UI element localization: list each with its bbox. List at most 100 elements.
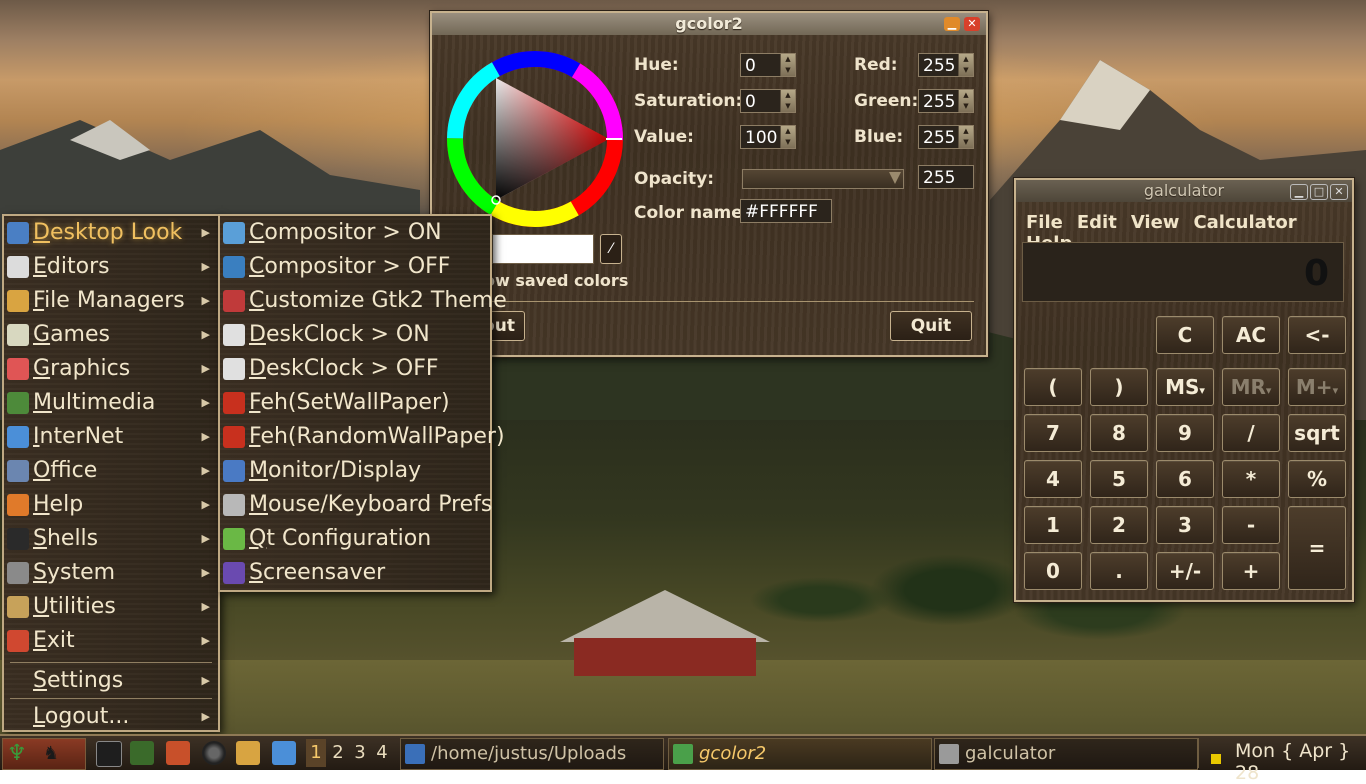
menu-item-help[interactable]: Help ▶ [4, 488, 214, 522]
multiply-button[interactable]: * [1222, 460, 1280, 498]
digit-8-button[interactable]: 8 [1090, 414, 1148, 452]
menu-item-internet[interactable]: InterNet ▶ [4, 420, 214, 454]
menu-file[interactable]: File [1026, 212, 1063, 233]
browser-icon[interactable] [202, 741, 226, 765]
submenu-item-customize-gtk2-theme[interactable]: Customize Gtk2 Theme [220, 284, 507, 318]
divide-button[interactable]: / [1222, 414, 1280, 452]
menu-item-utilities[interactable]: Utilities ▶ [4, 590, 214, 624]
quit-button[interactable]: Quit [890, 311, 972, 341]
digit-5-button[interactable]: 5 [1090, 460, 1148, 498]
digit-7-button[interactable]: 7 [1024, 414, 1082, 452]
media-player-icon[interactable] [130, 741, 154, 765]
subtract-button[interactable]: - [1222, 506, 1280, 544]
digit-3-button[interactable]: 3 [1156, 506, 1214, 544]
maximize-icon[interactable]: □ [1310, 184, 1328, 200]
office-icon [7, 460, 29, 482]
left-paren-button[interactable]: ( [1024, 368, 1082, 406]
all-clear-button[interactable]: AC [1222, 316, 1280, 354]
menu-item-logout[interactable]: Logout... ▶ [4, 700, 214, 734]
app-grid-icon[interactable] [166, 741, 190, 765]
task-home-justus-uploads[interactable]: /home/justus/Uploads [400, 738, 664, 770]
minimize-icon[interactable]: ▁ [944, 17, 960, 31]
memory-recall-button[interactable]: MR▾ [1222, 368, 1280, 406]
clock-off-icon [223, 358, 245, 380]
sqrt-button[interactable]: sqrt [1288, 414, 1346, 452]
add-button[interactable]: + [1222, 552, 1280, 590]
right-paren-button[interactable]: ) [1090, 368, 1148, 406]
minimize-icon[interactable]: ▁ [1290, 184, 1308, 200]
menu-item-multimedia[interactable]: Multimedia ▶ [4, 386, 214, 420]
hue-spinbox[interactable]: 0 ▲ ▼ [740, 53, 796, 77]
desktop-icon [7, 222, 29, 244]
saturation-spinbox[interactable]: 0 ▲ ▼ [740, 89, 796, 113]
folder-icon[interactable] [236, 741, 260, 765]
workspace-2[interactable]: 2 [328, 739, 348, 767]
submenu-item-feh-randomwallpaper[interactable]: Feh(RandomWallPaper) [220, 420, 505, 454]
saturation-label: Saturation: [634, 91, 743, 111]
submenu-item-compositor-on[interactable]: Compositor > ON [220, 216, 486, 250]
desktop-look-submenu: Compositor > ON Compositor > OFF Customize… [218, 214, 507, 592]
opacity-field[interactable]: 255 [918, 165, 974, 189]
opacity-slider[interactable] [742, 169, 904, 189]
network-icon[interactable] [272, 741, 296, 765]
eyedropper-button[interactable]: ⁄ [600, 234, 622, 264]
memory-add-button[interactable]: M+▾ [1288, 368, 1346, 406]
blue-spinbox[interactable]: 255 ▲ ▼ [918, 125, 974, 149]
menu-item-games[interactable]: Games ▶ [4, 318, 214, 352]
digit-2-button[interactable]: 2 [1090, 506, 1148, 544]
menu-item-system[interactable]: System ▶ [4, 556, 214, 590]
digit-0-button[interactable]: 0 [1024, 552, 1082, 590]
submenu-item-deskclock-on[interactable]: DeskClock > ON [220, 318, 486, 352]
color-wheel[interactable] [446, 50, 624, 228]
submenu-item-qt-configuration[interactable]: Qt Configuration [220, 522, 486, 556]
value-spinbox[interactable]: 100 ▲ ▼ [740, 125, 796, 149]
submenu-item-monitor-display[interactable]: Monitor/Display [220, 454, 486, 488]
red-spinbox[interactable]: 255 ▲ ▼ [918, 53, 974, 77]
submenu-item-compositor-off[interactable]: Compositor > OFF [220, 250, 486, 284]
menu-edit[interactable]: Edit [1077, 212, 1117, 233]
menu-item-shells[interactable]: Shells ▶ [4, 522, 214, 556]
task-galculator[interactable]: galculator [934, 738, 1198, 770]
chevron-right-icon: ▶ [201, 498, 210, 511]
workspace-4[interactable]: 4 [372, 739, 392, 767]
utilities-icon [7, 596, 29, 618]
menu-item-file-managers[interactable]: File Managers ▶ [4, 284, 214, 318]
task-gcolor2[interactable]: gcolor2 [668, 738, 932, 770]
submenu-item-feh-setwallpaper[interactable]: Feh(SetWallPaper) [220, 386, 486, 420]
submenu-item-deskclock-off[interactable]: DeskClock > OFF [220, 352, 486, 386]
color-name-field[interactable]: #FFFFFF [740, 199, 832, 223]
terminal-icon[interactable] [96, 741, 122, 767]
menu-item-office[interactable]: Office ▶ [4, 454, 214, 488]
green-spinbox[interactable]: 255 ▲ ▼ [918, 89, 974, 113]
close-icon[interactable]: ✕ [964, 17, 980, 31]
digit-4-button[interactable]: 4 [1024, 460, 1082, 498]
backspace-button[interactable]: <- [1288, 316, 1346, 354]
submenu-item-screensaver[interactable]: Screensaver [220, 556, 486, 590]
menu-item-graphics[interactable]: Graphics ▶ [4, 352, 214, 386]
chevron-right-icon: ▶ [201, 226, 210, 239]
clear-button[interactable]: C [1156, 316, 1214, 354]
menu-view[interactable]: View [1131, 212, 1180, 233]
percent-button[interactable]: % [1288, 460, 1346, 498]
menu-calculator[interactable]: Calculator [1193, 212, 1296, 233]
gcolor2-titlebar[interactable]: gcolor2 [432, 13, 986, 35]
sign-toggle-button[interactable]: +/- [1156, 552, 1214, 590]
clock[interactable]: Mon { Apr } 28 [1235, 740, 1366, 784]
memory-store-button[interactable]: MS▾ [1156, 368, 1214, 406]
menu-item-desktop-look[interactable]: Desktop Look ▶ [4, 216, 214, 250]
digit-1-button[interactable]: 1 [1024, 506, 1082, 544]
submenu-item-mouse-keyboard-prefs[interactable]: Mouse/Keyboard Prefs [220, 488, 492, 522]
start-menu-button[interactable]: ♆ ♞ [2, 738, 86, 770]
menu-item-exit[interactable]: Exit ▶ [4, 624, 214, 658]
digit-6-button[interactable]: 6 [1156, 460, 1214, 498]
menu-item-editors[interactable]: Editors ▶ [4, 250, 214, 284]
digit-9-button[interactable]: 9 [1156, 414, 1214, 452]
close-icon[interactable]: ✕ [1330, 184, 1348, 200]
opacity-slider-handle[interactable] [889, 172, 901, 184]
decimal-button[interactable]: . [1090, 552, 1148, 590]
equals-button[interactable]: = [1288, 506, 1346, 590]
workspace-3[interactable]: 3 [350, 739, 370, 767]
workspace-1[interactable]: 1 [306, 739, 326, 767]
menu-item-settings[interactable]: Settings ▶ [4, 664, 214, 698]
chevron-right-icon: ▶ [201, 710, 210, 723]
